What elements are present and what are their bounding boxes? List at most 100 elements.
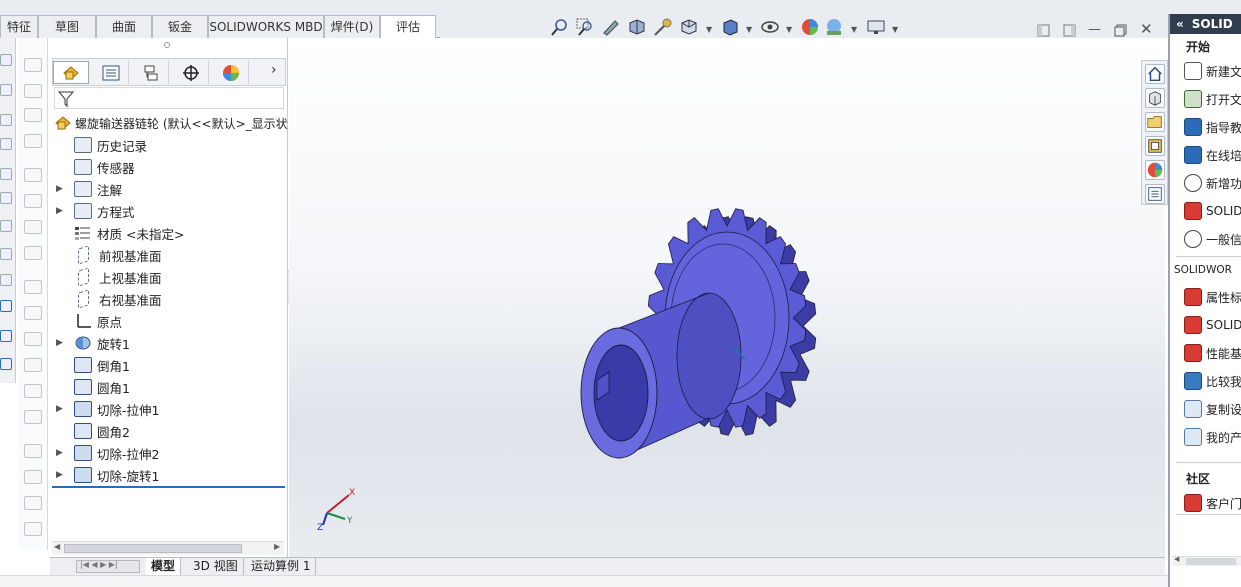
- tree-item[interactable]: ▶ 注解: [50, 179, 280, 199]
- zoom-to-fit-icon[interactable]: [550, 17, 570, 37]
- tree-item[interactable]: ▶ 切除-拉伸1: [50, 399, 280, 419]
- task-pane-item[interactable]: 性能基: [1184, 342, 1241, 364]
- tool-icon[interactable]: [24, 220, 42, 234]
- tab-sketch[interactable]: 草图: [38, 15, 96, 38]
- rollback-bar[interactable]: [52, 486, 285, 488]
- home-icon[interactable]: [1145, 64, 1165, 84]
- chevron-right-icon[interactable]: ›: [271, 62, 277, 78]
- tool-icon[interactable]: [0, 274, 12, 286]
- section-view-icon[interactable]: [627, 17, 647, 37]
- tab-features[interactable]: 特征: [0, 15, 38, 38]
- tab-3d-views[interactable]: 3D 视图: [188, 558, 244, 575]
- scroll-right-icon[interactable]: ▶: [274, 542, 280, 551]
- expand-arrow-icon[interactable]: ▶: [56, 184, 63, 194]
- task-pane-item[interactable]: 在线培: [1184, 144, 1241, 166]
- tool-icon[interactable]: [0, 84, 12, 96]
- tree-item[interactable]: 圆角2: [50, 421, 280, 441]
- panel-grip-icon[interactable]: [164, 42, 170, 48]
- tab-mbd[interactable]: SOLIDWORKS MBD: [208, 15, 324, 38]
- dynamic-annotation-icon[interactable]: [653, 17, 673, 37]
- chevron-down-icon[interactable]: ▼: [746, 25, 752, 34]
- tool-icon[interactable]: [0, 192, 12, 204]
- view-palette-icon[interactable]: [1145, 136, 1165, 156]
- tab-navigation-arrows[interactable]: |◀ ◀ ▶ ▶|: [76, 560, 140, 573]
- tool-icon[interactable]: [0, 168, 12, 180]
- tree-item[interactable]: 传感器: [50, 157, 280, 177]
- collapse-pane-icon[interactable]: «: [1176, 17, 1184, 31]
- task-pane-item[interactable]: 打开文: [1184, 88, 1241, 110]
- task-pane-scrollbar[interactable]: ◀: [1172, 555, 1241, 566]
- previous-view-icon[interactable]: [601, 17, 621, 37]
- first-tab-icon[interactable]: |◀ ◀ ▶ ▶|: [80, 560, 118, 569]
- tool-icon[interactable]: [24, 384, 42, 398]
- tree-item[interactable]: 圆角1: [50, 377, 280, 397]
- view-settings-icon[interactable]: [866, 17, 886, 37]
- tree-item[interactable]: ▶ 切除-旋转1: [50, 465, 280, 485]
- appearances-icon[interactable]: [1145, 160, 1165, 180]
- tree-item[interactable]: 上视基准面: [50, 267, 280, 287]
- tree-filter[interactable]: [54, 87, 284, 109]
- design-library-icon[interactable]: [1145, 88, 1165, 108]
- expand-arrow-icon[interactable]: ▶: [56, 448, 63, 458]
- tool-icon[interactable]: [0, 54, 12, 66]
- tree-item[interactable]: ▶ 切除-拉伸2: [50, 443, 280, 463]
- tab-surfaces[interactable]: 曲面: [96, 15, 152, 38]
- tree-item[interactable]: ▶ 旋转1: [50, 333, 280, 353]
- display-style-icon[interactable]: [720, 17, 740, 37]
- tree-item[interactable]: ▶ 方程式: [50, 201, 280, 221]
- tool-icon[interactable]: [0, 220, 12, 232]
- scrollbar-thumb[interactable]: [64, 544, 242, 553]
- configuration-manager-tab[interactable]: [133, 61, 169, 84]
- tool-icon[interactable]: [24, 358, 42, 372]
- tree-item[interactable]: 倒角1: [50, 355, 280, 375]
- tab-model[interactable]: 模型: [146, 558, 182, 575]
- chevron-down-icon[interactable]: ▼: [851, 25, 857, 34]
- tree-root-part[interactable]: 螺旋输送器链轮 (默认<<默认>_显示状: [54, 113, 288, 133]
- chevron-down-icon[interactable]: ▼: [706, 25, 712, 34]
- scrollbar-thumb[interactable]: [1186, 558, 1236, 565]
- chevron-down-icon[interactable]: ▼: [892, 25, 898, 34]
- close-icon[interactable]: ✕: [1140, 20, 1153, 38]
- tool-icon[interactable]: [24, 470, 42, 484]
- expand-arrow-icon[interactable]: ▶: [56, 338, 63, 348]
- apply-scene-icon[interactable]: [824, 17, 844, 37]
- tree-item[interactable]: 历史记录: [50, 135, 280, 155]
- dimxpert-tab[interactable]: [173, 61, 209, 84]
- expand-arrow-icon[interactable]: ▶: [56, 206, 63, 216]
- scroll-left-icon[interactable]: ◀: [54, 542, 60, 551]
- task-pane-item[interactable]: 属性标: [1184, 286, 1241, 308]
- task-pane-item[interactable]: 一般信: [1184, 228, 1241, 250]
- task-pane-item[interactable]: 新建文: [1184, 60, 1241, 82]
- task-pane-item[interactable]: 客户门: [1184, 492, 1241, 514]
- chevron-down-icon[interactable]: ▼: [786, 25, 792, 34]
- maximize-icon[interactable]: [1114, 24, 1127, 37]
- tool-icon[interactable]: [0, 114, 12, 126]
- split-pane-icon[interactable]: [1063, 24, 1076, 37]
- tree-item[interactable]: 前视基准面: [50, 245, 280, 265]
- horizontal-scrollbar[interactable]: ◀ ▶: [52, 541, 284, 555]
- zoom-to-area-icon[interactable]: [575, 17, 595, 37]
- tab-motion-study[interactable]: 运动算例 1: [246, 558, 317, 575]
- task-pane-item[interactable]: 复制设: [1184, 398, 1241, 420]
- tool-icon[interactable]: [24, 108, 42, 122]
- tab-evaluate[interactable]: 评估: [380, 15, 436, 39]
- tool-icon[interactable]: [24, 410, 42, 424]
- scroll-left-icon[interactable]: ◀: [1174, 555, 1179, 563]
- task-pane-item[interactable]: 我的产: [1184, 426, 1241, 448]
- task-pane-item[interactable]: 比较我: [1184, 370, 1241, 392]
- tool-icon[interactable]: [24, 246, 42, 260]
- edit-appearance-icon[interactable]: [800, 17, 820, 37]
- tree-item[interactable]: 原点: [50, 311, 280, 331]
- task-pane-item[interactable]: 新增功: [1184, 172, 1241, 194]
- task-pane-item[interactable]: SOLIDW: [1184, 200, 1241, 222]
- tool-icon[interactable]: [0, 358, 12, 370]
- task-pane-item[interactable]: 指导教: [1184, 116, 1241, 138]
- tool-icon[interactable]: [24, 58, 42, 72]
- view-orientation-icon[interactable]: [679, 17, 699, 37]
- tool-icon[interactable]: [24, 522, 42, 536]
- tool-icon[interactable]: [24, 306, 42, 320]
- custom-properties-icon[interactable]: [1145, 184, 1165, 204]
- tool-icon[interactable]: [24, 496, 42, 510]
- sprocket-model[interactable]: [559, 168, 849, 478]
- expand-arrow-icon[interactable]: ▶: [56, 404, 63, 414]
